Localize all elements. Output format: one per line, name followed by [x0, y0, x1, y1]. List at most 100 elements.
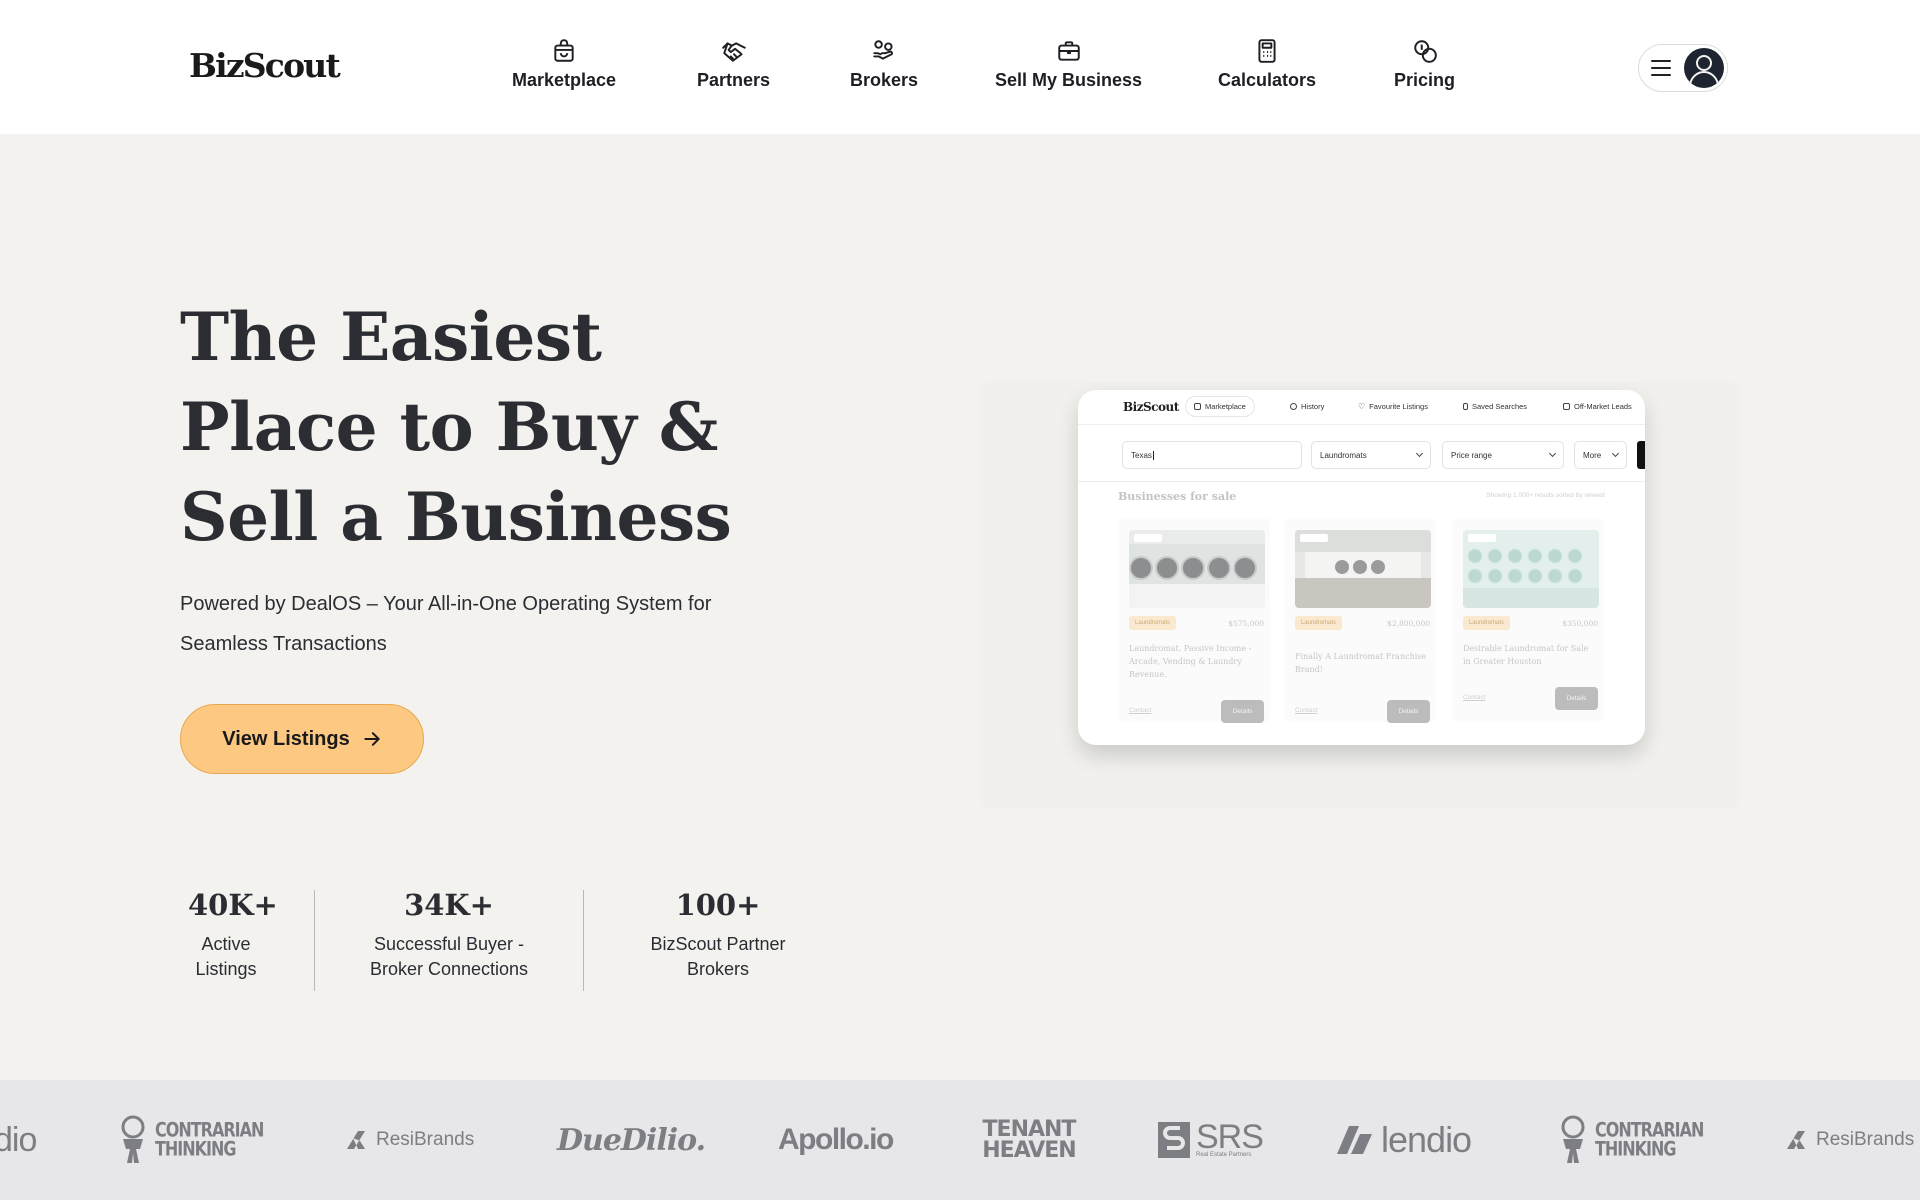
- partner-logo-resibrands: ResiBrands: [1784, 1080, 1914, 1200]
- bookmark-icon: [1463, 403, 1468, 410]
- nav-label: Brokers: [850, 70, 919, 90]
- briefcase-icon: [1057, 41, 1080, 61]
- stat-divider: [314, 890, 315, 991]
- listing-image: [1463, 530, 1599, 608]
- listing-tag: Laundromats: [1463, 616, 1511, 630]
- nav-label: Marketplace: [512, 70, 617, 90]
- stat-value: 100+: [675, 888, 761, 922]
- hand-coins-icon: [873, 40, 893, 60]
- preview-listing-card: Laundromats $2,800,000 Finally A Laundro…: [1284, 518, 1436, 723]
- view-listings-button[interactable]: View Listings: [180, 704, 424, 774]
- preview-more-select: More: [1574, 441, 1627, 469]
- partner-logo-duedilio: DueDilio.: [557, 1122, 706, 1158]
- stat-divider: [583, 890, 584, 991]
- site-header: BizScout Marketplace Partners Brokers Se…: [0, 0, 1920, 134]
- atlas-figure-icon: [121, 1115, 145, 1163]
- user-avatar-icon: [1684, 48, 1724, 88]
- store-icon: [1194, 403, 1201, 410]
- divider: [1078, 481, 1645, 482]
- preview-search-button: [1637, 441, 1645, 469]
- preview-nav-off-market: Off-Market Leads: [1563, 397, 1632, 416]
- preview-category-value: Laundromats: [1320, 450, 1367, 460]
- listing-details-button: Details: [1555, 687, 1598, 710]
- nav-item-sell-my-business[interactable]: Sell My Business: [995, 38, 1142, 91]
- listing-price: $575,000: [1228, 619, 1264, 628]
- listing-price: $350,000: [1562, 619, 1598, 628]
- stat-partner-brokers: 100+ BizScout Partner Brokers: [638, 888, 798, 982]
- listing-contact-link: Contact: [1129, 707, 1152, 714]
- srs-sub: Real Estate Partners: [1196, 1152, 1252, 1158]
- chevron-down-icon: [1611, 449, 1620, 458]
- nav-label: Partners: [697, 70, 771, 90]
- partner-logo-contrarian-thinking: CONTRARIAN THINKING: [1556, 1080, 1704, 1200]
- listing-contact-link: Contact: [1463, 694, 1486, 701]
- arrow-right-icon: [364, 732, 380, 746]
- coins-icon: [1413, 40, 1437, 63]
- partner-logos-strip: dio CONTRARIAN THINKING ResiBrands DueDi…: [0, 1080, 1920, 1200]
- preview-nav-favourites: ♡ Favourite Listings: [1358, 397, 1428, 416]
- calculator-icon: [1258, 39, 1276, 63]
- listing-details-button: Details: [1387, 700, 1430, 723]
- preview-nav-label: History: [1301, 402, 1325, 411]
- srs-mark-icon: [1158, 1122, 1190, 1158]
- stat-label: BizScout Partner Brokers: [650, 934, 786, 979]
- nav-label: Sell My Business: [995, 70, 1143, 90]
- partner-logo-resibrands: ResiBrands: [344, 1080, 474, 1200]
- nav-label: Calculators: [1218, 70, 1317, 90]
- clock-icon: [1290, 403, 1297, 410]
- listing-title: Desirable Laundromat for Sale in Greater…: [1463, 644, 1589, 666]
- preview-price-value: Price range: [1451, 450, 1492, 460]
- site-logo[interactable]: BizScout: [189, 46, 341, 85]
- inbox-icon: [1563, 403, 1570, 410]
- listing-image: [1129, 530, 1265, 608]
- listing-price: $2,800,000: [1387, 619, 1430, 628]
- preview-nav-label: Favourite Listings: [1369, 402, 1428, 411]
- nav-item-pricing[interactable]: Pricing: [1394, 38, 1455, 91]
- stat-label: Successful Buyer - Broker Connections: [369, 934, 529, 979]
- stat-value: 40K+: [188, 888, 278, 922]
- stat-connections: 34K+ Successful Buyer - Broker Connectio…: [352, 888, 546, 982]
- lendio-mark-icon: [1337, 1126, 1372, 1154]
- partner-logo-contrarian-thinking: CONTRARIAN THINKING: [116, 1080, 264, 1200]
- listing-image: [1295, 530, 1431, 608]
- partner-logo-apollo: Apollo.io: [778, 1123, 894, 1156]
- preview-price-select: Price range: [1442, 441, 1564, 469]
- listing-tag: Laundromats: [1129, 616, 1177, 630]
- preview-nav-history: History: [1290, 397, 1324, 416]
- preview-nav-saved-searches: Saved Searches: [1463, 397, 1527, 416]
- hero-title: The Easiest Place to Buy & Sell a Busine…: [180, 298, 732, 556]
- stat-label: Active Listings: [195, 934, 257, 979]
- hamburger-icon: [1651, 60, 1671, 76]
- partner-logo-srs: SRS Real Estate Partners: [1158, 1080, 1264, 1200]
- nav-item-brokers[interactable]: Brokers: [850, 38, 918, 91]
- stat-active-listings: 40K+ Active Listings: [188, 888, 278, 982]
- hero-subtitle: Powered by DealOS – Your All-in-One Oper…: [180, 593, 712, 655]
- product-preview: BizScout Marketplace History ♡ Favourite …: [1078, 390, 1645, 745]
- nav-label: Pricing: [1394, 70, 1456, 90]
- listing-details-button: Details: [1221, 700, 1264, 723]
- preview-logo: BizScout: [1123, 400, 1179, 414]
- shopping-bag-icon: [554, 39, 574, 62]
- srs-name: SRS: [1196, 1118, 1264, 1156]
- chevron-down-icon: [1548, 449, 1557, 458]
- resibrands-mark-icon: [347, 1131, 365, 1149]
- listing-title: Finally A Laundromat Franchise Brand!: [1295, 652, 1427, 674]
- view-listings-label: View Listings: [222, 727, 350, 750]
- preview-nav-label: Marketplace: [1205, 402, 1246, 411]
- nav-item-marketplace[interactable]: Marketplace: [512, 38, 616, 91]
- handshake-icon: [721, 42, 746, 62]
- nav-item-calculators[interactable]: Calculators: [1218, 38, 1316, 91]
- user-menu-button[interactable]: [1638, 44, 1728, 92]
- partner-logo-tenant-heaven: TENANT HEAVEN: [982, 1117, 1076, 1163]
- preview-search-value: Texas: [1131, 450, 1152, 460]
- atlas-figure-icon: [1561, 1115, 1585, 1163]
- preview-nav-label: Saved Searches: [1472, 402, 1528, 411]
- nav-item-partners[interactable]: Partners: [697, 38, 770, 91]
- preview-more-value: More: [1583, 450, 1602, 460]
- preview-category-select: Laundromats: [1311, 441, 1431, 469]
- divider: [1078, 424, 1645, 425]
- preview-results-count: Showing 1,000+ results sorted by newest: [1486, 492, 1605, 499]
- stat-value: 34K+: [404, 888, 494, 922]
- preview-search-field: Texas: [1122, 441, 1302, 469]
- preview-listing-card: Laundromats $350,000 Desirable Laundroma…: [1452, 518, 1604, 722]
